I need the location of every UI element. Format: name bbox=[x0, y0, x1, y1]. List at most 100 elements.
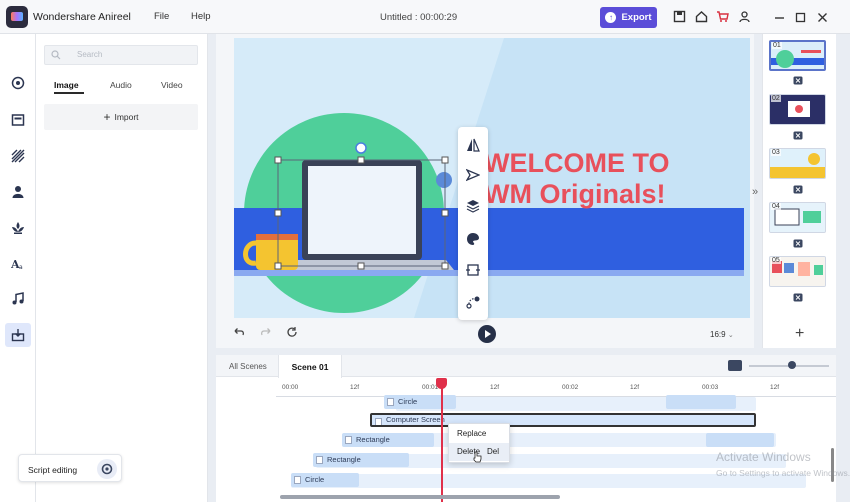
cart-icon[interactable] bbox=[716, 10, 729, 23]
color-palette-icon[interactable] bbox=[466, 232, 480, 246]
account-icon[interactable] bbox=[738, 10, 751, 23]
zoom-slider-handle[interactable] bbox=[788, 361, 796, 369]
app-name: Wondershare Anireel bbox=[33, 11, 131, 23]
track-label: Rectangle bbox=[327, 455, 361, 464]
headline-line-1: WELCOME TO bbox=[484, 148, 670, 178]
tab-all-scenes[interactable]: All Scenes bbox=[229, 362, 267, 371]
ruler-label: 00:03 bbox=[702, 384, 719, 391]
menu-file[interactable]: File bbox=[154, 11, 169, 22]
element-toolbar bbox=[458, 127, 488, 320]
shape-icon bbox=[345, 436, 352, 444]
tab-audio[interactable]: Audio bbox=[110, 80, 132, 90]
activation-watermark-subtitle: Go to Settings to activate Windows. bbox=[716, 468, 850, 478]
app-logo-icon bbox=[6, 6, 28, 28]
scene-thumbnail-01[interactable]: 01 bbox=[769, 40, 826, 71]
menu-item-label: Replace bbox=[457, 429, 487, 438]
import-button[interactable]: + Import bbox=[44, 104, 198, 130]
scene-thumbnail-03[interactable]: 03 bbox=[769, 148, 826, 179]
track-computer-screen[interactable]: Computer Screen bbox=[370, 413, 756, 427]
ruler-label: 12f bbox=[630, 384, 640, 391]
headline-line-2: WM Originals! bbox=[484, 179, 666, 209]
fit-timeline-icon[interactable] bbox=[728, 360, 742, 371]
play-button[interactable] bbox=[478, 325, 496, 343]
activation-watermark-title: Activate Windows bbox=[716, 450, 811, 464]
close-icon[interactable] bbox=[816, 11, 829, 24]
title-bar: Wondershare Anireel File Help Untitled :… bbox=[0, 0, 850, 34]
export-label: Export bbox=[621, 12, 652, 23]
scene-thumbnail-04[interactable]: 04 bbox=[769, 202, 826, 233]
track-circle-segment[interactable] bbox=[666, 395, 736, 409]
maximize-icon[interactable] bbox=[794, 11, 807, 24]
transition-icon[interactable] bbox=[793, 131, 803, 140]
flip-icon[interactable] bbox=[466, 138, 480, 152]
track-label: Rectangle bbox=[356, 435, 390, 444]
import-label: Import bbox=[114, 112, 139, 122]
motion-path-icon[interactable] bbox=[466, 295, 480, 309]
ruler-label: 00:00 bbox=[282, 384, 299, 391]
script-editing-button[interactable]: Script editing bbox=[18, 454, 122, 482]
export-button[interactable]: ↑ Export bbox=[600, 7, 657, 28]
plus-icon: + bbox=[103, 110, 111, 124]
home-icon[interactable] bbox=[695, 10, 708, 23]
save-icon[interactable] bbox=[673, 10, 686, 23]
add-scene-button[interactable]: + bbox=[795, 325, 804, 343]
character-icon[interactable] bbox=[11, 185, 25, 199]
layers-icon[interactable] bbox=[466, 199, 480, 213]
menu-item-replace[interactable]: Replace bbox=[449, 425, 509, 443]
props-icon[interactable] bbox=[11, 221, 25, 235]
background-icon[interactable] bbox=[11, 149, 25, 163]
collapse-scenes-icon[interactable]: » bbox=[752, 186, 758, 198]
menu-item-shortcut: Del bbox=[487, 447, 500, 456]
timeline-horizontal-scrollbar[interactable] bbox=[280, 495, 560, 499]
animation-icon[interactable] bbox=[466, 168, 480, 182]
track-rectangle-segment[interactable] bbox=[706, 433, 774, 447]
script-settings-icon[interactable] bbox=[97, 459, 117, 479]
scene-thumbnail-05[interactable]: 05 bbox=[769, 256, 826, 287]
track-circle-2[interactable]: Circle bbox=[291, 473, 359, 487]
menu-help[interactable]: Help bbox=[191, 11, 211, 22]
scene-canvas[interactable]: WELCOME TO WM Originals! bbox=[234, 38, 750, 318]
headline-text[interactable]: WELCOME TO WM Originals! bbox=[484, 148, 670, 210]
aspect-ratio-label: 16:9 bbox=[710, 330, 726, 339]
shape-icon bbox=[375, 418, 382, 425]
tab-video[interactable]: Video bbox=[161, 80, 183, 90]
track-rectangle-2[interactable]: Rectangle bbox=[313, 453, 409, 467]
script-editing-label: Script editing bbox=[28, 465, 78, 475]
scene-icon[interactable] bbox=[11, 76, 25, 90]
scene-number: 02 bbox=[771, 95, 781, 102]
text-icon[interactable]: Aa bbox=[11, 257, 25, 271]
undo-icon[interactable] bbox=[233, 326, 245, 338]
tab-image[interactable]: Image bbox=[54, 80, 79, 90]
track-rectangle[interactable]: Rectangle bbox=[342, 433, 434, 447]
music-icon[interactable] bbox=[11, 292, 25, 306]
scene-number: 01 bbox=[772, 42, 782, 49]
gear-icon bbox=[101, 463, 113, 475]
layout-icon[interactable] bbox=[11, 113, 25, 127]
search-input[interactable]: Search bbox=[44, 45, 198, 65]
timeline-tabs: All Scenes Scene 01 bbox=[216, 355, 836, 378]
track-circle[interactable]: Circle bbox=[384, 395, 456, 409]
time-ruler[interactable]: 00:00 12f 00:01 12f 00:02 12f 00:03 12f bbox=[276, 379, 836, 397]
ruler-label: 12f bbox=[770, 384, 780, 391]
replay-icon[interactable] bbox=[286, 326, 298, 338]
import-media-tab[interactable] bbox=[5, 323, 31, 347]
tab-scene-01[interactable]: Scene 01 bbox=[278, 355, 342, 378]
playhead[interactable] bbox=[441, 382, 443, 502]
transition-icon[interactable] bbox=[793, 293, 803, 302]
aspect-ratio-select[interactable]: 16:9 ⌄ bbox=[710, 330, 734, 339]
minimize-icon[interactable] bbox=[773, 11, 786, 24]
ruler-label: 12f bbox=[350, 384, 360, 391]
scene-number: 03 bbox=[771, 149, 781, 156]
transition-icon[interactable] bbox=[793, 239, 803, 248]
search-icon bbox=[51, 50, 61, 60]
document-title: Untitled : 00:00:29 bbox=[380, 12, 458, 23]
active-tab-indicator bbox=[54, 92, 84, 94]
transition-icon[interactable] bbox=[793, 185, 803, 194]
playhead-handle[interactable] bbox=[436, 378, 447, 389]
resize-icon[interactable] bbox=[466, 263, 480, 277]
transition-icon[interactable] bbox=[793, 76, 803, 85]
scene-thumbnail-02[interactable]: 02 bbox=[769, 94, 826, 125]
redo-icon[interactable] bbox=[260, 326, 272, 338]
left-tool-rail: Aa bbox=[0, 34, 36, 502]
shape-icon bbox=[294, 476, 301, 484]
